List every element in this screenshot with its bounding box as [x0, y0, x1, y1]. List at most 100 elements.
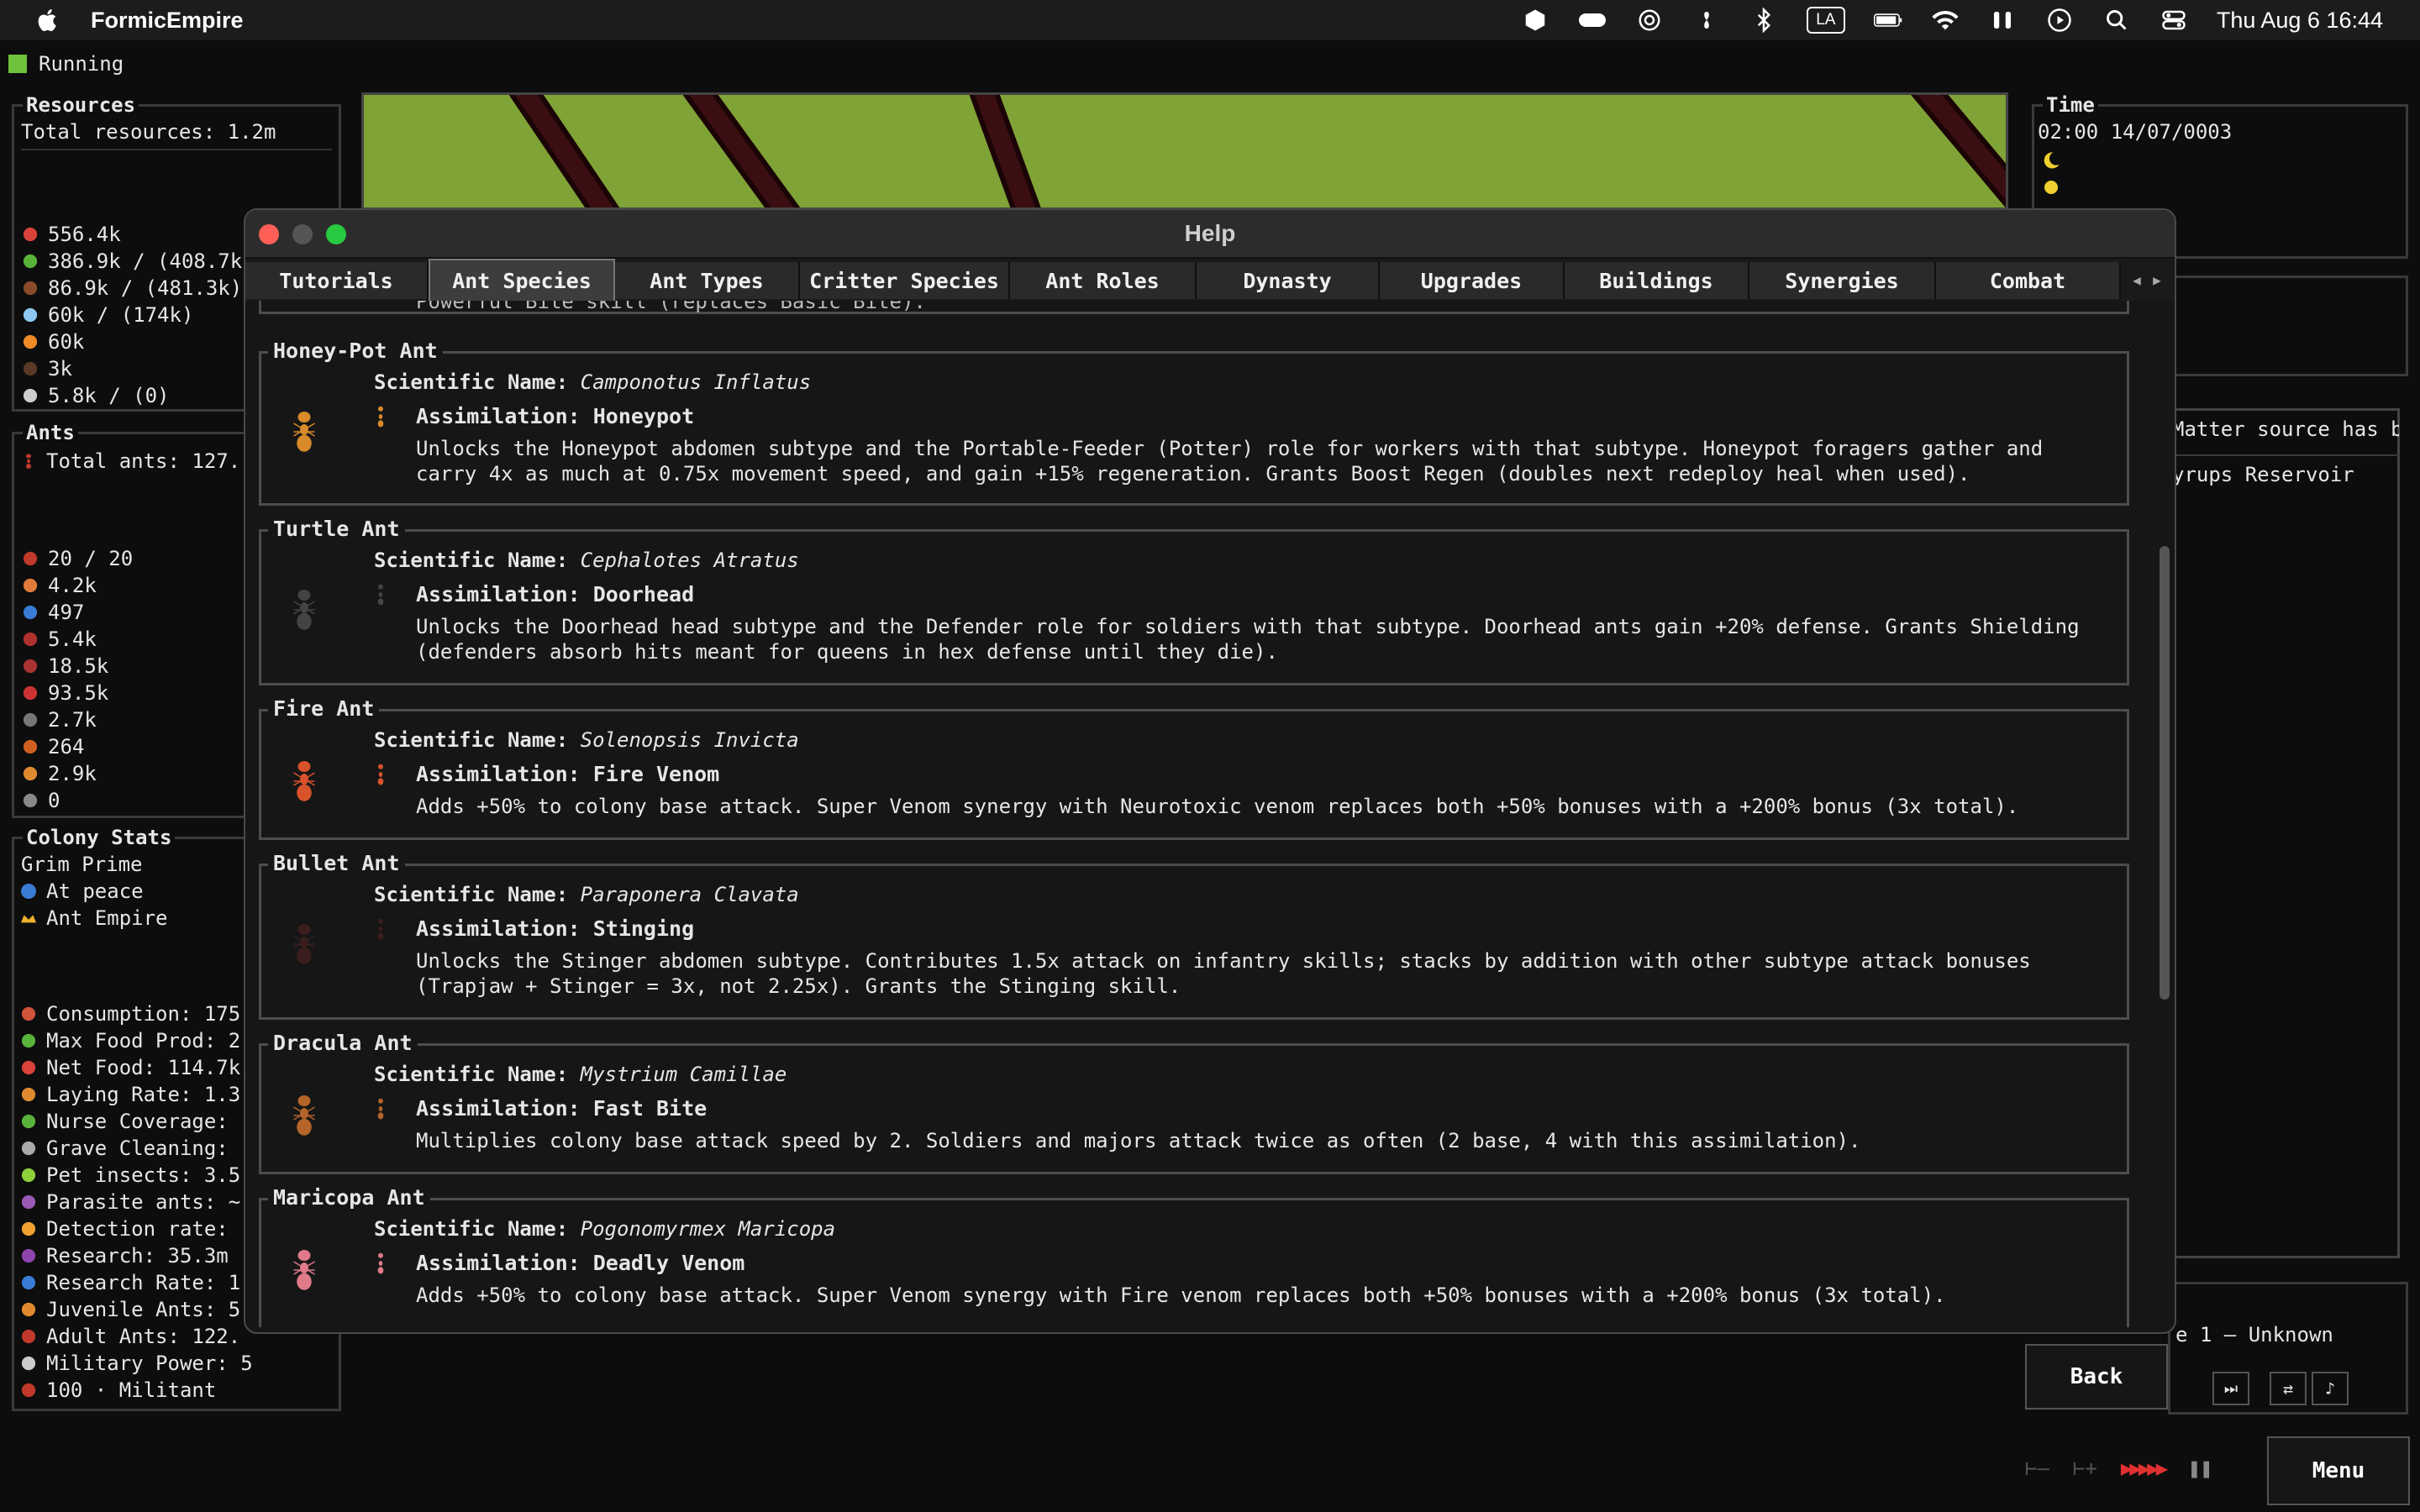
- ant-type-row: 497: [23, 599, 133, 626]
- menu-button[interactable]: Menu: [2267, 1436, 2410, 1505]
- running-indicator-icon: [8, 55, 27, 73]
- ant-type-row: 20 / 20: [23, 545, 133, 572]
- now-playing-icon[interactable]: [2045, 6, 2074, 34]
- resource-row: 5.8k / (0): [23, 382, 242, 409]
- airpods-icon[interactable]: [1988, 6, 2017, 34]
- ant-trail: [635, 95, 827, 207]
- scientific-label: Scientific Name:: [374, 883, 581, 906]
- fan-icon[interactable]: [1692, 6, 1721, 34]
- app-name[interactable]: FormicEmpire: [91, 8, 244, 34]
- fast-forward-icon[interactable]: ▶▶▶▶▶: [2121, 1457, 2168, 1480]
- battery-icon[interactable]: [1873, 6, 1902, 34]
- colony-stat-row: Detection rate:: [21, 1215, 253, 1242]
- pause-icon[interactable]: ❚❚: [2188, 1457, 2212, 1480]
- scientific-name: Scientific Name: Cephalotes Atratus: [374, 549, 799, 572]
- game-map[interactable]: [361, 92, 2008, 210]
- tab-ant-types[interactable]: Ant Types: [615, 262, 800, 299]
- ant-type-value: 0: [48, 789, 60, 812]
- ant-type-value: 93.5k: [48, 681, 109, 705]
- event-log-list[interactable]: Matter source has b yrups Reservoir: [2168, 408, 2400, 1258]
- control-center-icon[interactable]: [2160, 6, 2188, 34]
- shuffle-button[interactable]: ⇄: [2270, 1372, 2307, 1405]
- nurse-plus-icon: [21, 1114, 36, 1129]
- ant-type-row: 93.5k: [23, 680, 133, 706]
- cube-icon[interactable]: [1521, 6, 1549, 34]
- colony-stat-row: Net Food: 114.7k: [21, 1054, 253, 1081]
- ant-type-list: 20 / 20 4.2k 497 5.4k 18.5k 93.5k 2.7k 264 2.9k 0: [23, 545, 133, 814]
- worker-icon: [23, 578, 38, 593]
- dirt-icon: [23, 361, 38, 376]
- assimilation-icon: [377, 764, 384, 785]
- clipped-card: Powerful Bite skill (replaces Basic Bite…: [259, 301, 2129, 314]
- help-titlebar[interactable]: Help: [245, 210, 2175, 259]
- assimilation-title: Assimilation: Honeypot: [416, 404, 695, 428]
- parasite-icon: [21, 1194, 36, 1210]
- colony-stat-row: Adult Ants: 122.: [21, 1323, 253, 1350]
- tab-upgrades[interactable]: Upgrades: [1380, 262, 1565, 299]
- ant-type-row: 18.5k: [23, 653, 133, 680]
- colony-stat-value: Nurse Coverage:: [46, 1110, 229, 1133]
- colony-stat-row: Research: 35.3m: [21, 1242, 253, 1269]
- assimilation-title: Assimilation: Stinging: [416, 916, 695, 941]
- run-status: Running: [8, 50, 124, 77]
- bluetooth-icon[interactable]: [1749, 6, 1778, 34]
- adult-icon: [21, 1329, 36, 1344]
- skip-button[interactable]: ⏭: [2212, 1372, 2249, 1405]
- tab-combat[interactable]: Combat: [1936, 262, 2121, 299]
- species-card: Turtle Ant Scientific Name: Cephalotes At…: [259, 517, 2129, 685]
- colony-stats-title: Colony Stats: [23, 826, 176, 849]
- tab-scroll-left-button[interactable]: ◀: [2128, 269, 2146, 291]
- forager-icon: [23, 685, 38, 701]
- tab-ant-species[interactable]: Ant Species: [429, 259, 615, 301]
- scientific-value: Paraponera Clavata: [580, 883, 799, 906]
- species-card: Bullet Ant Scientific Name: Paraponera Cl…: [259, 851, 2129, 1020]
- colony-stat-row: Pet insects: 3.5: [21, 1162, 253, 1189]
- tab-ant-roles[interactable]: Ant Roles: [1010, 262, 1197, 299]
- species-description: Unlocks the Stinger abdomen subtype. Con…: [416, 949, 2031, 998]
- tab-buildings[interactable]: Buildings: [1565, 262, 1749, 299]
- help-scrollbar[interactable]: [2160, 546, 2170, 1000]
- scientific-label: Scientific Name:: [374, 370, 581, 394]
- tab-dynasty[interactable]: Dynasty: [1197, 262, 1380, 299]
- help-content[interactable]: Powerful Bite skill (replaces Basic Bite…: [255, 301, 2143, 1327]
- ant-type-value: 4.2k: [48, 574, 97, 597]
- juvenile-icon: [21, 1302, 36, 1317]
- chevron-left-icon: ◀: [2133, 271, 2141, 288]
- ant-trail: [937, 95, 1063, 207]
- gamepad-icon[interactable]: [1578, 6, 1607, 34]
- moon-icon: [2044, 152, 2060, 169]
- species-card: Fire Ant Scientific Name: Solenopsis Invi…: [259, 696, 2129, 840]
- species-card: Dracula Ant Scientific Name: Mystrium Cam…: [259, 1031, 2129, 1174]
- species-ant-icon: [293, 412, 315, 452]
- colony-stat-value: Research: 35.3m: [46, 1244, 229, 1268]
- tab-scroll-right-button[interactable]: ▶: [2148, 269, 2166, 291]
- ant-trail: [462, 95, 647, 207]
- music-button[interactable]: ♪: [2312, 1372, 2349, 1405]
- tab-critter-species[interactable]: Critter Species: [800, 262, 1010, 299]
- wifi-icon[interactable]: [1931, 6, 1960, 34]
- input-source-indicator[interactable]: LA: [1806, 7, 1845, 34]
- ant-type-row: 0: [23, 787, 133, 814]
- colony-stat-row: Juvenile Ants: 5: [21, 1296, 253, 1323]
- species-name: Honey-Pot Ant: [268, 339, 443, 363]
- speed-down-button[interactable]: ⊢—: [2025, 1457, 2049, 1480]
- colony-stat-value: Net Food: 114.7k: [46, 1056, 241, 1079]
- major-icon: [23, 659, 38, 674]
- back-button[interactable]: Back: [2025, 1344, 2168, 1410]
- tab-synergies[interactable]: Synergies: [1749, 262, 1936, 299]
- spotlight-search-icon[interactable]: [2102, 6, 2131, 34]
- colony-stat-value: Adult Ants: 122.: [46, 1325, 241, 1348]
- help-tabs: Tutorials Ant Species Ant Types Critter …: [245, 259, 2175, 301]
- resource-value: 86.9k / (481.3k): [48, 276, 243, 300]
- research-icon: [21, 1248, 36, 1263]
- log-line: yrups Reservoir: [2172, 454, 2399, 486]
- scientific-label: Scientific Name:: [374, 549, 581, 572]
- apple-icon[interactable]: [34, 6, 62, 34]
- colony-stat-row: 100 · Militant: [21, 1377, 253, 1404]
- resource-row: 60k: [23, 328, 242, 355]
- speed-up-button[interactable]: ⊢+: [2073, 1457, 2097, 1480]
- tab-tutorials[interactable]: Tutorials: [245, 262, 429, 299]
- airdrop-icon[interactable]: [1635, 6, 1664, 34]
- scientific-name: Scientific Name: Solenopsis Invicta: [374, 728, 799, 752]
- menubar-clock[interactable]: Thu Aug 6 16:44: [2217, 8, 2383, 34]
